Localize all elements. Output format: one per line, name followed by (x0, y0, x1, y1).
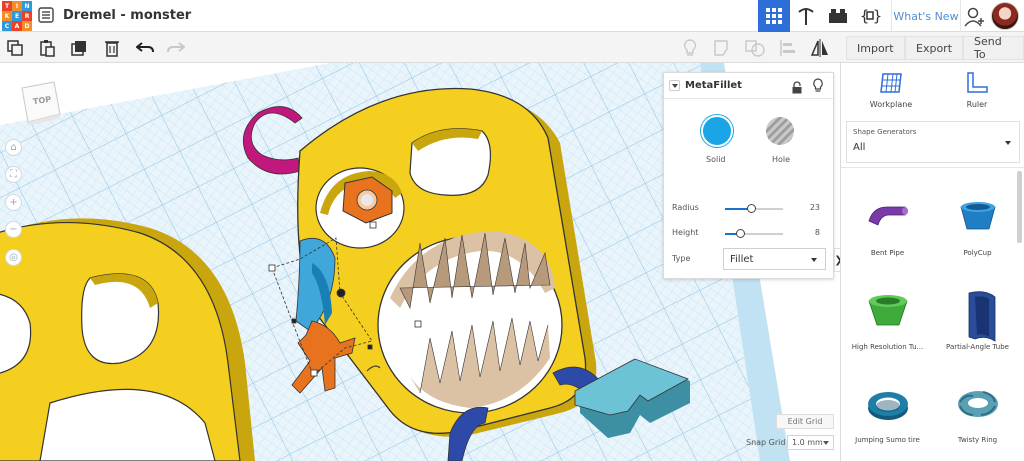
logo-letter: T (2, 1, 12, 11)
logo-letter: E (12, 11, 22, 21)
import-button[interactable]: Import (846, 36, 905, 60)
radius-slider-handle[interactable] (747, 204, 757, 213)
pickaxe-icon[interactable] (790, 0, 822, 32)
logo-letter: K (2, 11, 12, 21)
shape-item-partial-angle-tube[interactable]: Partial-Angle Tube (935, 277, 1020, 372)
shape-label: Twisty Ring (957, 436, 998, 444)
snap-grid-label: Snap Grid (746, 438, 786, 447)
hole-label: Hole (772, 155, 791, 164)
redo-icon[interactable] (164, 36, 188, 60)
duplicate-icon[interactable] (67, 36, 91, 60)
type-value: Fillet (730, 253, 754, 265)
shape-generators-select[interactable]: Shape Generators All (846, 121, 1020, 163)
fit-view-icon[interactable]: ⛶ (5, 166, 22, 183)
height-value[interactable]: 8 (794, 228, 820, 237)
3d-design-grid-icon[interactable] (758, 0, 790, 32)
zoom-out-icon[interactable]: − (5, 221, 22, 238)
paste-icon[interactable] (35, 36, 59, 60)
radius-slider[interactable] (725, 204, 783, 213)
avatar[interactable] (991, 2, 1019, 30)
workplane-icon (880, 73, 902, 93)
perspective-icon[interactable]: ◎ (5, 249, 22, 266)
group-icon[interactable] (743, 36, 767, 60)
delete-icon[interactable] (100, 36, 124, 60)
shape-generators-value: All (853, 142, 866, 153)
logo-letter: I (12, 1, 22, 11)
chevron-down-icon (823, 441, 829, 445)
undo-icon[interactable] (133, 36, 157, 60)
height-label: Height (672, 228, 699, 237)
solid-label: Solid (706, 155, 726, 164)
jumping-sumo-tire-icon (865, 382, 911, 428)
design-title[interactable]: Dremel - monster (63, 8, 191, 23)
radius-label: Radius (672, 203, 699, 212)
type-label: Type (672, 254, 691, 263)
logo-letter: D (22, 21, 32, 31)
shape-label: High Resolution Tu... (851, 343, 924, 351)
edit-toolbar: Import Export Send To (0, 32, 1024, 63)
polycup-icon (955, 195, 1001, 241)
lock-icon[interactable] (791, 79, 803, 94)
tinkercad-logo[interactable]: T I N K E R C A D (2, 1, 32, 31)
hole-button[interactable] (766, 117, 794, 145)
ruler-icon (967, 72, 988, 93)
bent-pipe-icon (865, 195, 911, 241)
logo-letter: N (22, 1, 32, 11)
logo-letter: A (12, 21, 22, 31)
snap-grid-value: 1.0 mm (792, 438, 823, 447)
shape-generators-title: Shape Generators (853, 128, 917, 136)
partial-angle-tube-icon (955, 289, 1001, 342)
send-to-button[interactable]: Send To (963, 35, 1024, 61)
shape-item-polycup[interactable]: PolyCup (935, 183, 1020, 278)
logo-letter: R (22, 11, 32, 21)
twisty-ring-icon (955, 382, 1001, 428)
shape-label: Jumping Sumo tire (855, 436, 920, 444)
ruler-button[interactable]: Ruler (947, 72, 1007, 116)
workplane-label: Workplane (869, 100, 913, 109)
logo-letter: C (2, 21, 12, 31)
ruler-label: Ruler (966, 100, 988, 109)
note-icon[interactable] (710, 36, 734, 60)
shape-item-jumping-sumo-tire[interactable]: Jumping Sumo tire (845, 370, 930, 461)
shape-item-twisty-ring[interactable]: Twisty Ring (935, 370, 1020, 461)
height-slider-handle[interactable] (735, 229, 745, 238)
mirror-icon[interactable] (808, 36, 832, 60)
height-slider[interactable] (725, 229, 783, 238)
shapes-library: Workplane Ruler Shape Generators All Ben… (840, 63, 1024, 461)
collapse-icon[interactable] (669, 80, 680, 91)
solid-color-button[interactable] (701, 115, 733, 147)
bricks-icon[interactable] (822, 0, 854, 32)
divider (841, 167, 1024, 168)
high-resolution-tube-icon (865, 289, 911, 335)
zoom-in-icon[interactable]: + (5, 194, 22, 211)
shape-inspector: MetaFillet Solid Hole Radius 23 Height 8… (663, 72, 834, 279)
chevron-down-icon (811, 258, 817, 262)
shape-label: Bent Pipe (870, 249, 905, 257)
edit-grid-button[interactable]: Edit Grid (776, 414, 834, 429)
export-button[interactable]: Export (905, 36, 964, 60)
svg-text:}: } (873, 7, 881, 25)
copy-icon[interactable] (3, 36, 27, 60)
snap-grid-select[interactable]: 1.0 mm (787, 435, 834, 450)
lightbulb-icon[interactable] (678, 36, 702, 60)
shape-item-bent-pipe[interactable]: Bent Pipe (845, 183, 930, 278)
shape-item-high-resolution-tube[interactable]: High Resolution Tu... (845, 277, 930, 372)
shape-label: Partial-Angle Tube (946, 343, 1009, 351)
chevron-down-icon (1005, 141, 1011, 145)
mode-switcher: {} (758, 0, 886, 32)
shape-label: PolyCup (963, 249, 992, 257)
add-user-icon[interactable] (964, 6, 986, 28)
codeblocks-icon[interactable]: {} (854, 0, 886, 32)
inspector-header: MetaFillet (664, 73, 833, 99)
top-bar: T I N K E R C A D Dremel - monster {} Wh… (0, 0, 1024, 32)
radius-value[interactable]: 23 (794, 203, 820, 212)
workplane-button[interactable]: Workplane (861, 72, 921, 116)
type-select[interactable]: Fillet (723, 248, 826, 270)
whats-new-link[interactable]: What's New (891, 0, 961, 32)
align-icon[interactable] (776, 36, 800, 60)
home-view-icon[interactable]: ⌂ (5, 139, 22, 156)
design-list-icon[interactable] (38, 7, 54, 23)
lightbulb-icon[interactable] (812, 78, 824, 93)
inspector-title: MetaFillet (685, 80, 742, 91)
